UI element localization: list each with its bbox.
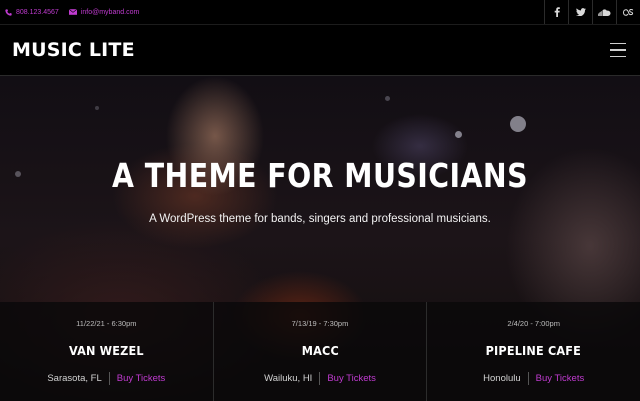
buy-tickets-link[interactable]: Buy Tickets bbox=[529, 373, 585, 384]
email-address: info@myband.com bbox=[80, 8, 140, 16]
phone-link[interactable]: 808.123.4567 bbox=[5, 9, 59, 16]
envelope-icon bbox=[68, 9, 77, 15]
facebook-icon[interactable] bbox=[544, 0, 568, 24]
phone-icon bbox=[5, 8, 12, 16]
hamburger-menu-icon[interactable] bbox=[610, 43, 626, 57]
event-city: Sarasota, FL bbox=[47, 372, 110, 385]
site-header: MUSIC LITE bbox=[0, 25, 640, 76]
event-location-row: Honolulu Buy Tickets bbox=[427, 372, 640, 385]
event-date: 7/13/19 - 7:30pm bbox=[291, 319, 349, 328]
buy-tickets-link[interactable]: Buy Tickets bbox=[110, 373, 166, 384]
event-item: 7/13/19 - 7:30pm MACC Wailuku, HI Buy Ti… bbox=[212, 302, 427, 401]
hero-subtitle: A WordPress theme for bands, singers and… bbox=[149, 213, 491, 225]
event-item: 11/22/21 - 6:30pm VAN WEZEL Sarasota, FL… bbox=[0, 302, 213, 401]
email-link[interactable]: info@myband.com bbox=[68, 8, 140, 16]
event-name[interactable]: VAN WEZEL bbox=[11, 343, 202, 358]
event-item: 2/4/20 - 7:00pm PIPELINE CAFE Honolulu B… bbox=[426, 302, 640, 401]
stage-light-decoration bbox=[455, 131, 462, 138]
event-name[interactable]: PIPELINE CAFE bbox=[438, 343, 629, 358]
contact-info: 808.123.4567 info@myband.com bbox=[0, 9, 149, 16]
event-date: 11/22/21 - 6:30pm bbox=[76, 319, 137, 328]
stage-light-decoration bbox=[510, 116, 526, 132]
events-list: 11/22/21 - 6:30pm VAN WEZEL Sarasota, FL… bbox=[0, 302, 640, 401]
stage-light-decoration bbox=[385, 96, 390, 101]
event-location-row: Sarasota, FL Buy Tickets bbox=[0, 372, 213, 385]
event-city: Honolulu bbox=[483, 372, 529, 385]
stage-light-decoration bbox=[95, 106, 99, 110]
event-city: Wailuku, HI bbox=[264, 372, 321, 385]
event-date: 2/4/20 - 7:00pm bbox=[507, 319, 560, 328]
buy-tickets-link[interactable]: Buy Tickets bbox=[320, 373, 376, 384]
lastfm-icon[interactable] bbox=[616, 0, 640, 24]
site-logo[interactable]: MUSIC LITE bbox=[12, 39, 135, 61]
soundcloud-icon[interactable] bbox=[592, 0, 616, 24]
stage-light-decoration bbox=[15, 171, 21, 177]
twitter-icon[interactable] bbox=[568, 0, 592, 24]
event-location-row: Wailuku, HI Buy Tickets bbox=[214, 372, 427, 385]
social-links bbox=[544, 0, 640, 24]
hero-title: A THEME FOR MUSICIANS bbox=[112, 156, 528, 195]
top-bar: 808.123.4567 info@myband.com bbox=[0, 0, 640, 25]
phone-number: 808.123.4567 bbox=[16, 8, 59, 16]
event-name[interactable]: MACC bbox=[224, 343, 415, 358]
